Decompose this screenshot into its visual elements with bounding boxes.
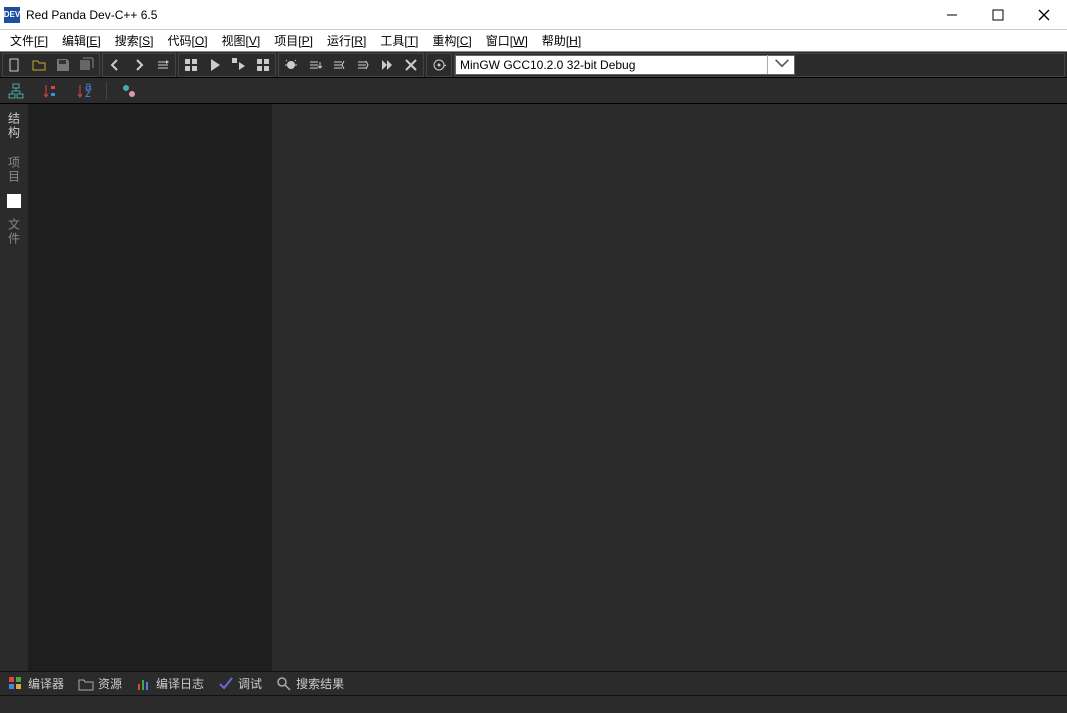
compiler-select[interactable]: MinGW GCC10.2.0 32-bit Debug	[455, 55, 795, 75]
inherit-toggle-button[interactable]	[4, 80, 28, 102]
stop-button[interactable]	[399, 54, 423, 76]
step-over-button[interactable]	[303, 54, 327, 76]
goto-button[interactable]	[151, 54, 175, 76]
secondary-toolbar: az	[0, 78, 1067, 104]
run-button[interactable]	[203, 54, 227, 76]
close-button[interactable]	[1021, 0, 1067, 30]
step-into-button[interactable]	[327, 54, 351, 76]
svg-text:z: z	[85, 86, 91, 99]
class-browser-button[interactable]	[117, 80, 141, 102]
tab-compile-log[interactable]: 编译日志	[136, 675, 204, 692]
menu-window[interactable]: 窗口[W]	[480, 30, 534, 51]
tab-search-results[interactable]: 搜索结果	[276, 675, 344, 692]
menu-run[interactable]: 运行[R]	[321, 30, 372, 51]
left-tab-strip: 结构 项目 文件	[0, 104, 28, 671]
titlebar: DEV Red Panda Dev-C++ 6.5	[0, 0, 1067, 30]
folder-icon	[78, 676, 94, 692]
bars-icon	[136, 676, 152, 692]
tab-structure[interactable]: 结构	[2, 106, 27, 146]
tab-resources[interactable]: 资源	[78, 675, 122, 692]
rebuild-button[interactable]	[251, 54, 275, 76]
save-all-button[interactable]	[75, 54, 99, 76]
debug-target-button[interactable]	[427, 54, 451, 76]
menu-help[interactable]: 帮助[H]	[536, 30, 587, 51]
window-title: Red Panda Dev-C++ 6.5	[26, 8, 929, 22]
menu-file[interactable]: 文件[F]	[4, 30, 54, 51]
menu-refactor[interactable]: 重构[C]	[426, 30, 477, 51]
maximize-button[interactable]	[975, 0, 1021, 30]
menu-search[interactable]: 搜索[S]	[109, 30, 160, 51]
main-toolbar: MinGW GCC10.2.0 32-bit Debug	[0, 52, 1067, 78]
tab-debug[interactable]: 调试	[218, 675, 262, 692]
app-icon: DEV	[4, 7, 20, 23]
save-button[interactable]	[51, 54, 75, 76]
tab-project[interactable]: 项目	[2, 150, 27, 190]
menu-view[interactable]: 视图[V]	[216, 30, 267, 51]
menubar: 文件[F] 编辑[E] 搜索[S] 代码[O] 视图[V] 项目[P] 运行[R…	[0, 30, 1067, 52]
menu-project[interactable]: 项目[P]	[268, 30, 319, 51]
compiler-select-value: MinGW GCC10.2.0 32-bit Debug	[460, 58, 635, 72]
forward-button[interactable]	[127, 54, 151, 76]
grid-icon	[8, 676, 24, 692]
main-area: 结构 项目 文件	[0, 104, 1067, 671]
structure-panel[interactable]	[28, 104, 272, 671]
compile-run-button[interactable]	[227, 54, 251, 76]
minimize-button[interactable]	[929, 0, 975, 30]
tab-compiler[interactable]: 编译器	[8, 675, 64, 692]
debug-button[interactable]	[279, 54, 303, 76]
status-bar	[0, 695, 1067, 713]
open-file-button[interactable]	[27, 54, 51, 76]
menu-code[interactable]: 代码[O]	[161, 30, 213, 51]
sort-alpha-button[interactable]: az	[72, 80, 96, 102]
bottom-tab-strip: 编译器 资源 编译日志 调试 搜索结果	[0, 671, 1067, 695]
check-icon	[218, 676, 234, 692]
new-file-button[interactable]	[3, 54, 27, 76]
project-box-icon	[7, 194, 21, 208]
sort-type-button[interactable]	[38, 80, 62, 102]
menu-edit[interactable]: 编辑[E]	[56, 30, 107, 51]
compile-button[interactable]	[179, 54, 203, 76]
continue-button[interactable]	[375, 54, 399, 76]
editor-area[interactable]	[272, 104, 1067, 671]
search-icon	[276, 676, 292, 692]
menu-tools[interactable]: 工具[T]	[374, 30, 424, 51]
tab-files[interactable]: 文件	[2, 212, 27, 252]
chevron-down-icon	[767, 55, 790, 74]
back-button[interactable]	[103, 54, 127, 76]
step-out-button[interactable]	[351, 54, 375, 76]
